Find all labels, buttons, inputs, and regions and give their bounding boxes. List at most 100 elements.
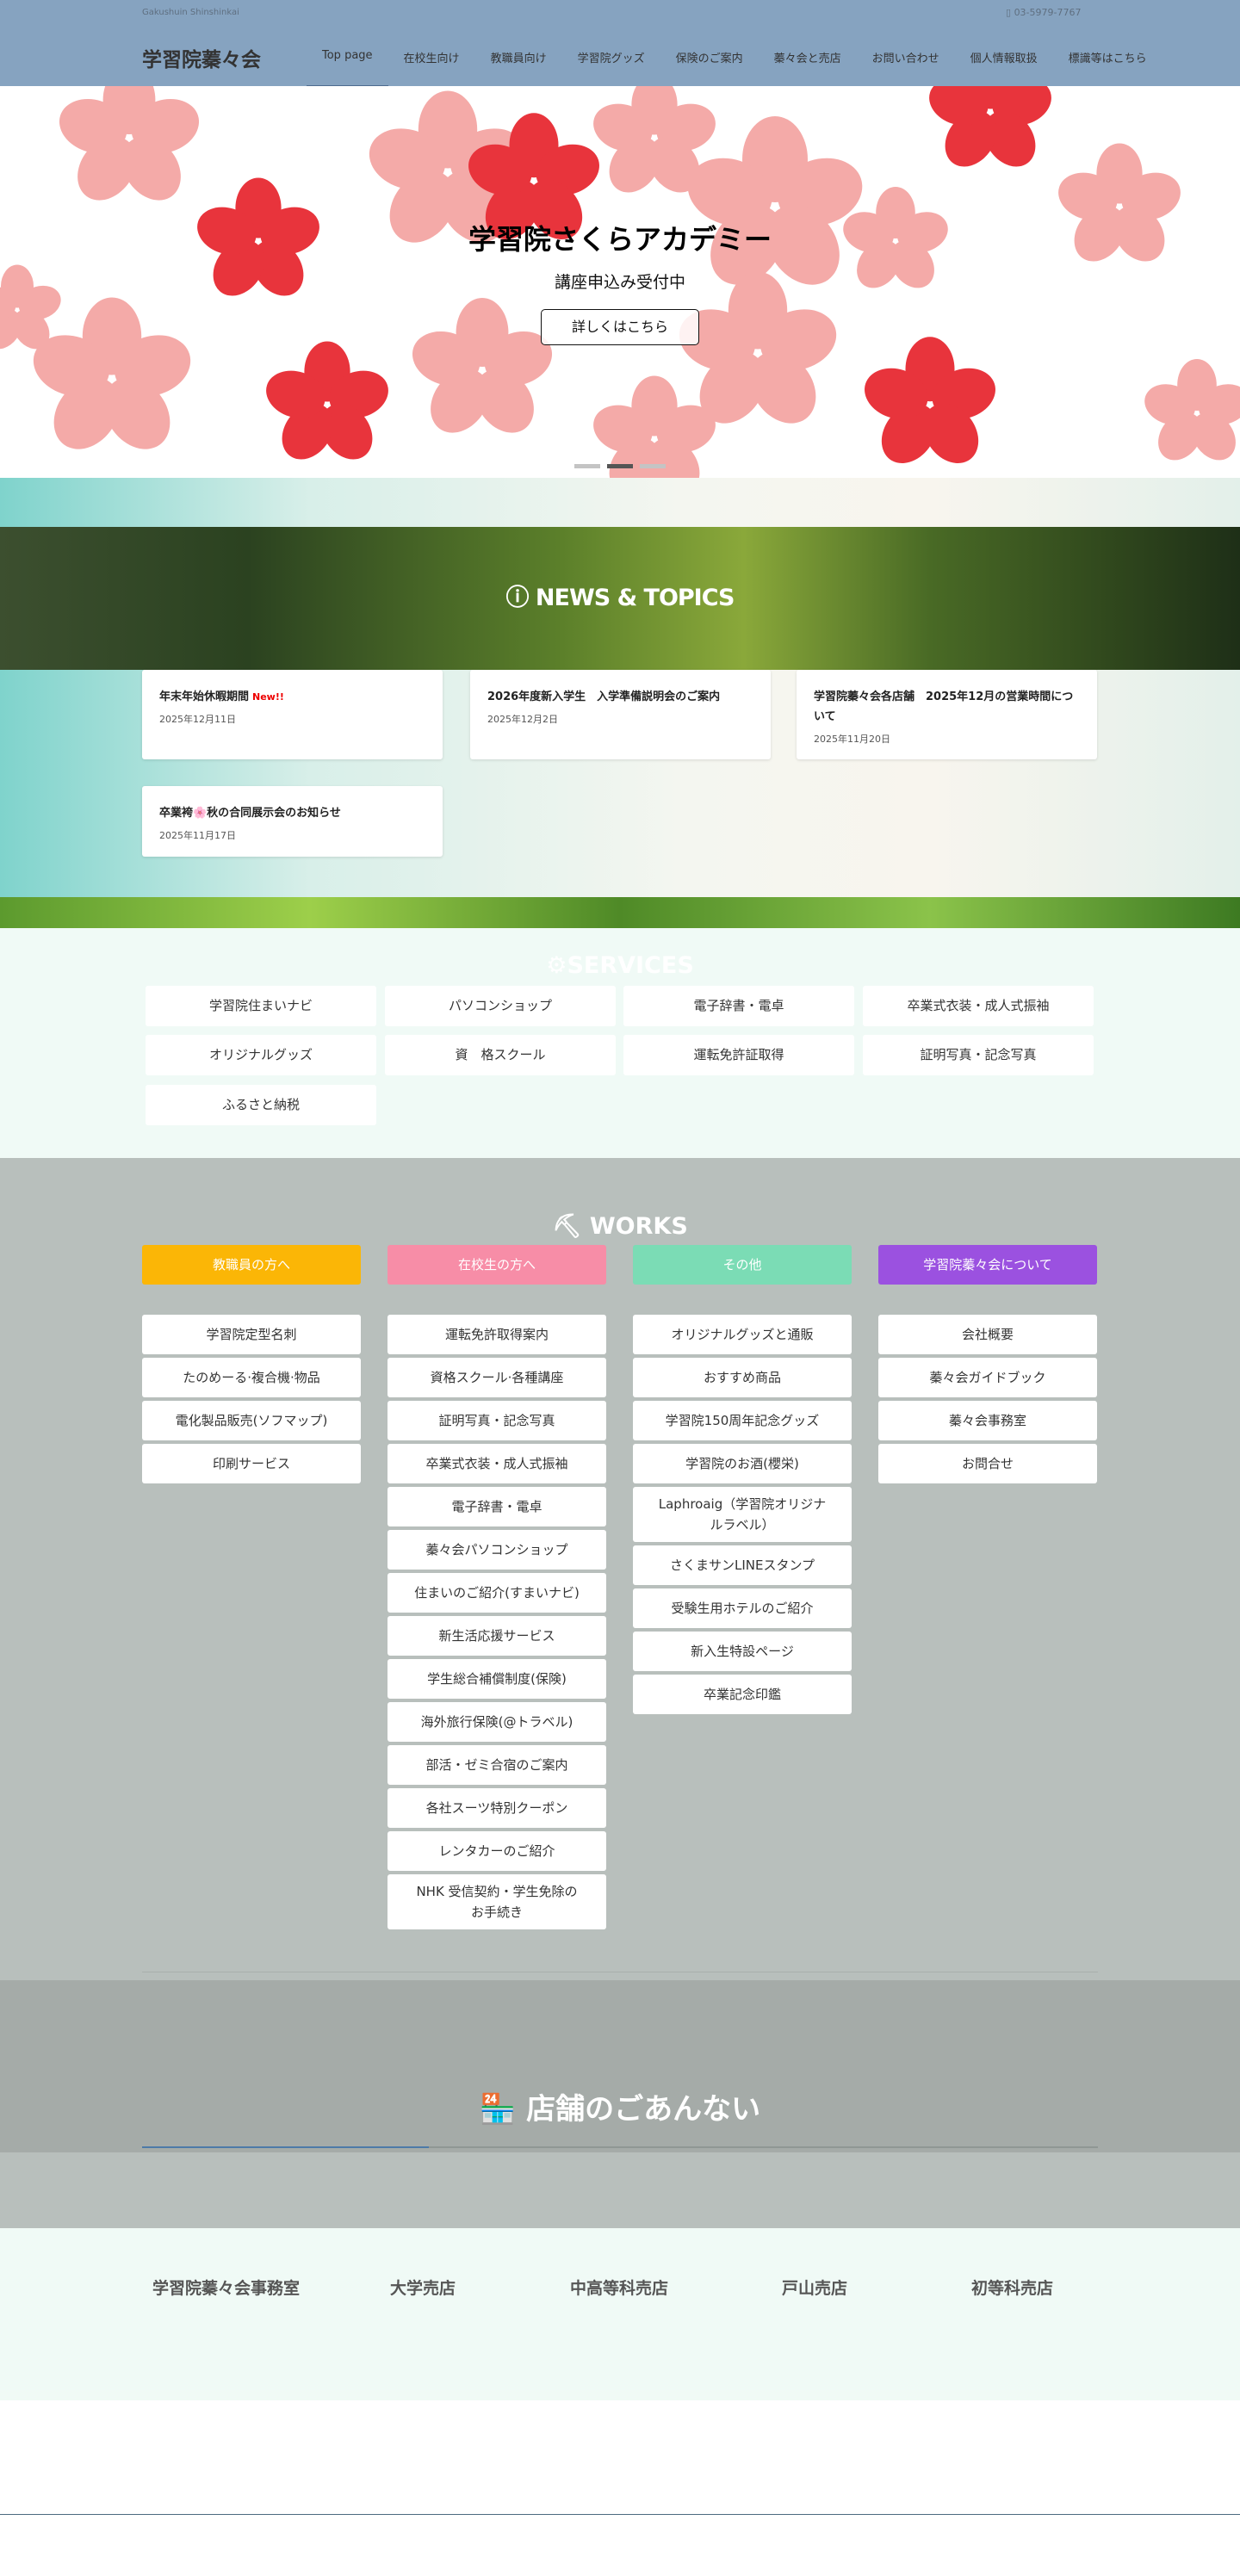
works-link[interactable]: オリジナルグッズと通販 <box>633 1315 852 1354</box>
news-card[interactable]: 2026年度新入学生 入学準備説明会のご案内 2025年12月2日 <box>470 670 771 759</box>
stores-banner: 🏪 店舗のごあんない <box>0 1980 1240 2152</box>
news-card-title[interactable]: 年末年始休暇期間 <box>159 690 249 703</box>
works-link[interactable]: Laphroaig（学習院オリジナルラベル） <box>633 1487 852 1542</box>
phone-text: 03-5979-7767 <box>1014 7 1082 18</box>
store-tab-university[interactable]: 大学売店 <box>390 2276 456 2299</box>
stores-tabs: 学習院蓁々会事務室 大学売店 中高等科売店 戸山売店 初等科売店 <box>0 2228 1240 2400</box>
news-card-date: 2025年12月2日 <box>487 714 558 725</box>
stores-title: 🏪 店舗のごあんない <box>479 2092 761 2127</box>
news-card-title[interactable]: 卒業袴🌸秋の合同展示会のお知らせ <box>159 803 425 823</box>
news-title: ⓘ NEWS & TOPICS <box>505 585 735 611</box>
works-link[interactable]: 電化製品販売(ソフマップ) <box>142 1401 361 1440</box>
news-banner: ⓘ NEWS & TOPICS <box>0 527 1240 670</box>
gear-icon: ⚙ <box>546 952 567 979</box>
works-link[interactable]: 証明写真・記念写真 <box>388 1401 606 1440</box>
news-card[interactable]: 学習院蓁々会各店舗 2025年12月の営業時間について 2025年11月20日 <box>797 670 1097 759</box>
service-item[interactable]: 運転免許証取得 <box>623 1035 854 1075</box>
works-link[interactable]: 資格スクール·各種講座 <box>388 1358 606 1397</box>
service-item[interactable]: 卒業式衣装・成人式振袖 <box>863 986 1094 1026</box>
stores-tab-active-line <box>142 2146 429 2148</box>
info-icon: ⓘ <box>505 585 536 611</box>
service-item[interactable]: 資 格スクール <box>385 1035 616 1075</box>
nav-shops[interactable]: 蓁々会と売店 <box>759 43 857 71</box>
works-column-header[interactable]: 学習院蓁々会について <box>878 1245 1097 1285</box>
works-column-header[interactable]: 在校生の方へ <box>388 1245 606 1285</box>
works-link[interactable]: 新生活応援サービス <box>388 1616 606 1656</box>
service-item[interactable]: 証明写真・記念写真 <box>863 1035 1094 1075</box>
services-section: ⚙SERVICES 学習院住まいナビ パソコンショップ 電子辞書・電卓 卒業式衣装・成… <box>0 928 1240 1158</box>
works-link[interactable]: 卒業記念印鑑 <box>633 1675 852 1714</box>
nav-contact[interactable]: お問い合わせ <box>857 43 955 71</box>
nav-signage[interactable]: 標識等はこちら <box>1053 43 1162 71</box>
news-card-date: 2025年12月11日 <box>159 714 236 725</box>
works-link[interactable]: 住まいのご紹介(すまいナビ) <box>388 1573 606 1613</box>
works-section: ⛏ WORKS 教職員の方へ 学習院定型名刺 たのめーる·複合機·物品 電化製品販売(… <box>0 1158 1240 1980</box>
works-column-header[interactable]: 教職員の方へ <box>142 1245 361 1285</box>
slide-indicator-1[interactable] <box>574 464 600 468</box>
works-link[interactable]: お問合せ <box>878 1444 1097 1483</box>
works-link[interactable]: 学習院150周年記念グッズ <box>633 1401 852 1440</box>
works-title: ⛏ WORKS <box>552 1213 688 1240</box>
nav-privacy[interactable]: 個人情報取扱 <box>955 43 1053 71</box>
works-link[interactable]: 海外旅行保険(@トラベル) <box>388 1702 606 1742</box>
site-logo[interactable]: 学習院蓁々会 <box>142 43 261 72</box>
works-link[interactable]: 学生総合補償制度(保険) <box>388 1659 606 1699</box>
phone-number[interactable]: ▯ 03-5979-7767 <box>1006 7 1082 18</box>
works-link[interactable]: 受験生用ホテルのご紹介 <box>633 1588 852 1628</box>
works-link[interactable]: 電子辞書・電卓 <box>388 1487 606 1526</box>
news-card-date: 2025年11月17日 <box>159 830 236 841</box>
works-link[interactable]: 部活・ゼミ合宿のご案内 <box>388 1745 606 1785</box>
nav-top-page[interactable]: Top page <box>307 43 388 87</box>
works-link[interactable]: たのめーる·複合機·物品 <box>142 1358 361 1397</box>
works-link[interactable]: 蓁々会ガイドブック <box>878 1358 1097 1397</box>
works-link[interactable]: 運転免許取得案内 <box>388 1315 606 1354</box>
works-link[interactable]: 印刷サービス <box>142 1444 361 1483</box>
hero-details-button[interactable]: 詳しくはこちら <box>541 309 699 345</box>
service-item[interactable]: オリジナルグッズ <box>146 1035 376 1075</box>
services-title: ⚙SERVICES <box>546 952 694 979</box>
news-card-date: 2025年11月20日 <box>814 734 890 745</box>
works-column-header[interactable]: その他 <box>633 1245 852 1285</box>
service-item[interactable]: 電子辞書・電卓 <box>623 986 854 1026</box>
works-link[interactable]: 学習院定型名刺 <box>142 1315 361 1354</box>
service-item[interactable]: ふるさと納税 <box>146 1085 376 1125</box>
footer-divider <box>0 2514 1240 2515</box>
works-link[interactable]: さくまサンLINEスタンプ <box>633 1545 852 1585</box>
slide-indicator-2[interactable] <box>607 464 633 468</box>
store-tab-office[interactable]: 学習院蓁々会事務室 <box>152 2276 300 2299</box>
works-link[interactable]: 会社概要 <box>878 1315 1097 1354</box>
news-card[interactable]: 年末年始休暇期間 New!! 2025年12月11日 <box>142 670 443 759</box>
main-nav: Top page 在校生向け 教職員向け 学習院グッズ 保険のご案内 蓁々会と売… <box>307 43 1162 87</box>
nav-goods[interactable]: 学習院グッズ <box>562 43 660 71</box>
works-link[interactable]: 蓁々会パソコンショップ <box>388 1530 606 1570</box>
slide-indicator-3[interactable] <box>640 464 666 468</box>
works-column: オリジナルグッズと通販 おすすめ商品 学習院150周年記念グッズ 学習院のお酒(櫻栄)… <box>633 1315 852 1714</box>
works-link[interactable]: レンタカーのご紹介 <box>388 1831 606 1871</box>
store-tab-highschool[interactable]: 中高等科売店 <box>570 2276 668 2299</box>
nav-students[interactable]: 在校生向け <box>388 43 475 71</box>
nav-insurance[interactable]: 保険のご案内 <box>660 43 759 71</box>
works-column: 会社概要蓁々会ガイドブック 蓁々会事務室 お問合せ <box>878 1315 1097 1483</box>
stores-spacer <box>0 2152 1240 2228</box>
works-link[interactable]: NHK 受信契約・学生免除のお手続き <box>388 1874 606 1929</box>
store-tab-primary[interactable]: 初等科売店 <box>971 2276 1053 2299</box>
worker-icon: ⛏ <box>552 1213 590 1240</box>
works-link[interactable]: 学習院のお酒(櫻栄) <box>633 1444 852 1483</box>
hero-subtitle: 講座申込み受付中 <box>554 273 685 292</box>
works-column: 運転免許取得案内 資格スクール·各種講座 証明写真・記念写真 卒業式衣装・成人式振袖電… <box>388 1315 606 1929</box>
works-link[interactable]: 卒業式衣装・成人式振袖 <box>388 1444 606 1483</box>
works-link[interactable]: おすすめ商品 <box>633 1358 852 1397</box>
service-item[interactable]: パソコンショップ <box>385 986 616 1026</box>
works-link[interactable]: 各社スーツ特別クーポン <box>388 1788 606 1828</box>
store-tab-toyama[interactable]: 戸山売店 <box>782 2276 847 2299</box>
news-card-title[interactable]: 2026年度新入学生 入学準備説明会のご案内 <box>487 687 753 707</box>
works-link[interactable]: 新入生特設ページ <box>633 1632 852 1671</box>
news-card-title[interactable]: 学習院蓁々会各店舗 2025年12月の営業時間について <box>814 687 1080 727</box>
site-tagline: Gakushuin Shinshinkai <box>142 8 239 17</box>
works-link[interactable]: 蓁々会事務室 <box>878 1401 1097 1440</box>
news-card[interactable]: 卒業袴🌸秋の合同展示会のお知らせ 2025年11月17日 <box>142 786 443 857</box>
service-item[interactable]: 学習院住まいナビ <box>146 986 376 1026</box>
hero-slider: 学習院さくらアカデミー 講座申込み受付中 詳しくはこちら <box>0 86 1240 478</box>
site-header: Gakushuin Shinshinkai ▯ 03-5979-7767 学習院… <box>0 0 1240 87</box>
nav-staff[interactable]: 教職員向け <box>475 43 562 71</box>
